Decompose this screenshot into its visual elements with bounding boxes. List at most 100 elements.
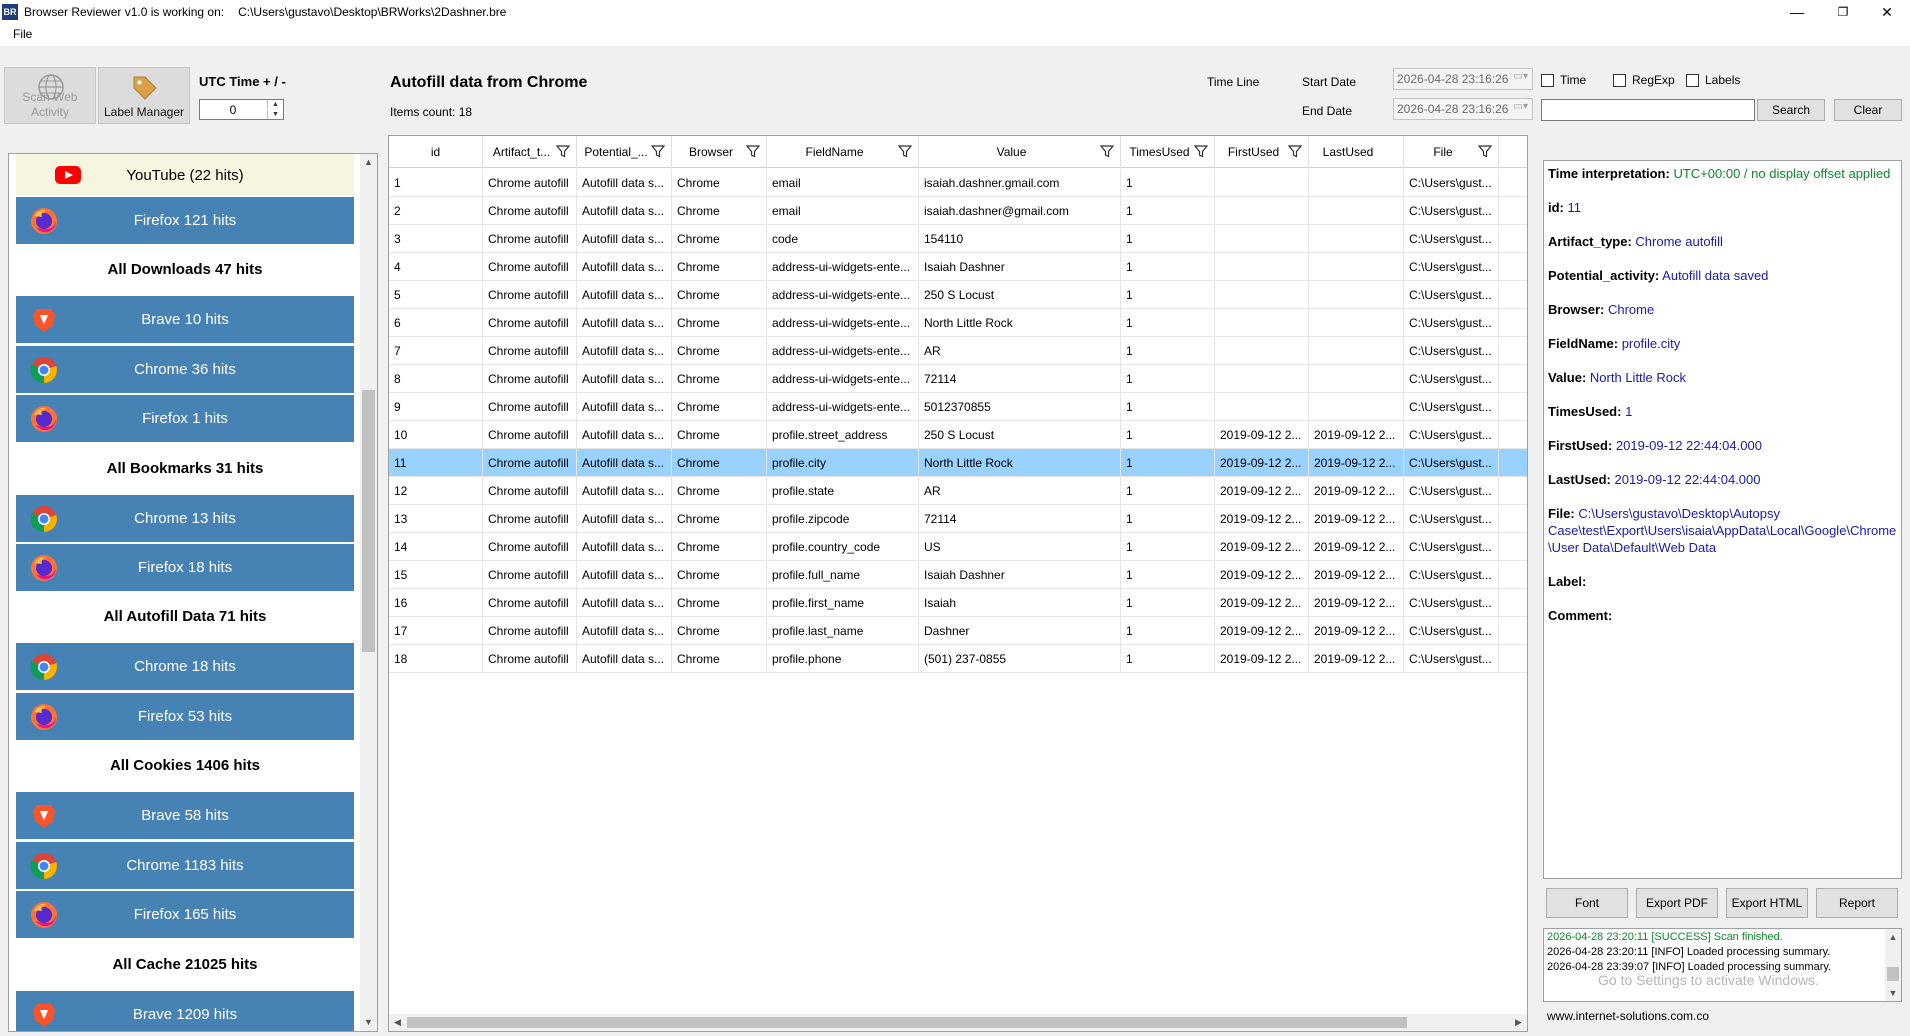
checkbox-box[interactable] bbox=[1686, 73, 1699, 87]
export-pdf-button[interactable]: Export PDF bbox=[1636, 888, 1718, 918]
table-row[interactable]: 1 Chrome autofill Autofill data s... Chrome… bbox=[389, 169, 1527, 197]
column-header[interactable]: File bbox=[1404, 136, 1499, 168]
table-row[interactable]: 11 Chrome autofill Autofill data s... Chrom… bbox=[389, 449, 1527, 477]
table-row[interactable]: 12 Chrome autofill Autofill data s... Chrom… bbox=[389, 477, 1527, 505]
regexp-checkbox[interactable]: RegExp bbox=[1613, 73, 1675, 87]
table-row[interactable]: 7 Chrome autofill Autofill data s... Chrome… bbox=[389, 337, 1527, 365]
clear-button[interactable]: Clear bbox=[1834, 99, 1902, 121]
table-row[interactable]: 5 Chrome autofill Autofill data s... Chrome… bbox=[389, 281, 1527, 309]
font-button[interactable]: Font bbox=[1546, 888, 1628, 918]
table-row[interactable]: 16 Chrome autofill Autofill data s... Chrom… bbox=[389, 589, 1527, 617]
checkbox-box[interactable] bbox=[1613, 73, 1626, 87]
table-row[interactable]: 17 Chrome autofill Autofill data s... Chrom… bbox=[389, 617, 1527, 645]
horizontal-scrollbar[interactable]: ◀ ▶ bbox=[389, 1014, 1527, 1031]
minimize-button[interactable]: — bbox=[1774, 0, 1820, 24]
filter-icon[interactable] bbox=[1477, 144, 1493, 158]
table-row[interactable]: 18 Chrome autofill Autofill data s... Chrom… bbox=[389, 645, 1527, 673]
scroll-thumb[interactable] bbox=[407, 1017, 1407, 1028]
source-item[interactable]: Firefox 53 hits bbox=[16, 692, 354, 740]
column-header[interactable]: FirstUsed bbox=[1215, 136, 1309, 168]
source-item[interactable]: Brave 1209 hits bbox=[16, 989, 354, 1031]
column-header[interactable]: id bbox=[389, 136, 483, 168]
start-date-picker[interactable]: 2026-04-28 23:16:26 ▭▾ bbox=[1393, 68, 1533, 90]
log-scrollbar[interactable]: ▲ ▼ bbox=[1885, 929, 1901, 1001]
filter-icon[interactable] bbox=[650, 144, 666, 158]
left-scrollbar[interactable]: ▲ ▼ bbox=[360, 154, 377, 1031]
source-item[interactable]: Firefox 121 hits bbox=[16, 196, 354, 244]
label-manager-button[interactable]: Label Manager bbox=[98, 67, 190, 124]
utc-offset-spinner[interactable]: ▲ ▼ bbox=[199, 99, 284, 120]
column-header[interactable]: Artifact_t... bbox=[483, 136, 577, 168]
utc-offset-input[interactable] bbox=[200, 100, 266, 119]
calendar-dropdown-icon[interactable]: ▭▾ bbox=[1514, 101, 1528, 112]
calendar-dropdown-icon[interactable]: ▭▾ bbox=[1514, 71, 1528, 82]
spin-up-icon[interactable]: ▲ bbox=[267, 100, 283, 109]
source-item[interactable]: Brave 58 hits bbox=[16, 791, 354, 840]
source-item[interactable]: Firefox 18 hits bbox=[16, 543, 354, 592]
column-header[interactable]: LastUsed bbox=[1309, 136, 1404, 168]
source-item[interactable]: Chrome 13 hits bbox=[16, 493, 354, 542]
scroll-up-icon[interactable]: ▲ bbox=[1885, 929, 1901, 946]
source-item[interactable]: Chrome 18 hits bbox=[16, 642, 354, 691]
source-item[interactable]: Brave 10 hits bbox=[16, 295, 354, 344]
table-row[interactable]: 4 Chrome autofill Autofill data s... Chrome… bbox=[389, 253, 1527, 281]
footer-url[interactable]: www.internet-solutions.com.co bbox=[1547, 1009, 1709, 1023]
scroll-up-icon[interactable]: ▲ bbox=[360, 154, 377, 171]
table-row[interactable]: 13 Chrome autofill Autofill data s... Chrom… bbox=[389, 505, 1527, 533]
report-button[interactable]: Report bbox=[1816, 888, 1898, 918]
table-row[interactable]: 6 Chrome autofill Autofill data s... Chrome… bbox=[389, 309, 1527, 337]
restore-button[interactable]: ❐ bbox=[1820, 0, 1866, 24]
source-group-header[interactable]: All Cookies 1406 hits bbox=[16, 741, 354, 790]
scroll-right-icon[interactable]: ▶ bbox=[1510, 1014, 1527, 1031]
table-row[interactable]: 3 Chrome autofill Autofill data s... Chrome… bbox=[389, 225, 1527, 253]
labels-checkbox[interactable]: Labels bbox=[1686, 73, 1740, 87]
column-header[interactable]: Value bbox=[919, 136, 1121, 168]
time-checkbox[interactable]: Time bbox=[1541, 73, 1586, 87]
table-row[interactable]: 8 Chrome autofill Autofill data s... Chrome… bbox=[389, 365, 1527, 393]
source-item[interactable]: YouTube (22 hits) bbox=[16, 154, 354, 196]
spin-down-icon[interactable]: ▼ bbox=[267, 110, 283, 119]
column-header[interactable]: Potential_... bbox=[577, 136, 672, 168]
source-group-header[interactable]: All Autofill Data 71 hits bbox=[16, 592, 354, 641]
end-date-picker[interactable]: 2026-04-28 23:16:26 ▭▾ bbox=[1393, 98, 1533, 120]
table-row[interactable]: 10 Chrome autofill Autofill data s... Chrom… bbox=[389, 421, 1527, 449]
table-cell: Chrome bbox=[672, 253, 767, 281]
scroll-down-icon[interactable]: ▼ bbox=[360, 1014, 377, 1031]
source-item[interactable]: Firefox 1 hits bbox=[16, 394, 354, 443]
scroll-thumb[interactable] bbox=[1887, 967, 1899, 981]
column-header-label: TimesUsed bbox=[1129, 145, 1190, 159]
source-item[interactable]: Firefox 165 hits bbox=[16, 890, 354, 939]
filter-icon[interactable] bbox=[555, 144, 571, 158]
close-button[interactable]: ✕ bbox=[1864, 0, 1910, 24]
source-group-header[interactable]: All Downloads 47 hits bbox=[16, 245, 354, 294]
search-button[interactable]: Search bbox=[1757, 99, 1825, 121]
filter-icon[interactable] bbox=[745, 144, 761, 158]
table-row[interactable]: 14 Chrome autofill Autofill data s... Chrom… bbox=[389, 533, 1527, 561]
filter-icon[interactable] bbox=[1193, 144, 1209, 158]
scroll-left-icon[interactable]: ◀ bbox=[389, 1014, 406, 1031]
source-item[interactable]: Chrome 1183 hits bbox=[16, 840, 354, 889]
detail-key: id: bbox=[1548, 200, 1564, 215]
table-row[interactable]: 15 Chrome autofill Autofill data s... Chrom… bbox=[389, 561, 1527, 589]
column-header[interactable]: Browser bbox=[672, 136, 767, 168]
source-group-header[interactable]: All Bookmarks 31 hits bbox=[16, 444, 354, 492]
filter-icon[interactable] bbox=[1287, 144, 1303, 158]
source-group-header[interactable]: All Cache 21025 hits bbox=[16, 940, 354, 988]
firefox-icon bbox=[30, 405, 58, 433]
source-item[interactable]: Chrome 36 hits bbox=[16, 344, 354, 393]
column-header[interactable]: FieldName bbox=[767, 136, 919, 168]
menu-file[interactable]: File bbox=[13, 27, 32, 41]
export-html-button[interactable]: Export HTML bbox=[1726, 888, 1808, 918]
table-row[interactable]: 9 Chrome autofill Autofill data s... Chrome… bbox=[389, 393, 1527, 421]
column-header[interactable]: TimesUsed bbox=[1121, 136, 1215, 168]
checkbox-box[interactable] bbox=[1541, 73, 1554, 87]
scroll-down-icon[interactable]: ▼ bbox=[1885, 985, 1901, 1001]
scan-web-activity-button[interactable]: Scan Web Activity bbox=[4, 67, 96, 124]
scroll-thumb[interactable] bbox=[362, 390, 375, 652]
detail-row: FirstUsed: 2019-09-12 22:44:04.000 bbox=[1548, 437, 1897, 454]
search-input[interactable] bbox=[1541, 99, 1755, 121]
table-row[interactable]: 2 Chrome autofill Autofill data s... Chrome… bbox=[389, 197, 1527, 225]
filter-icon[interactable] bbox=[897, 144, 913, 158]
source-label: Chrome 36 hits bbox=[134, 360, 236, 378]
filter-icon[interactable] bbox=[1099, 144, 1115, 158]
